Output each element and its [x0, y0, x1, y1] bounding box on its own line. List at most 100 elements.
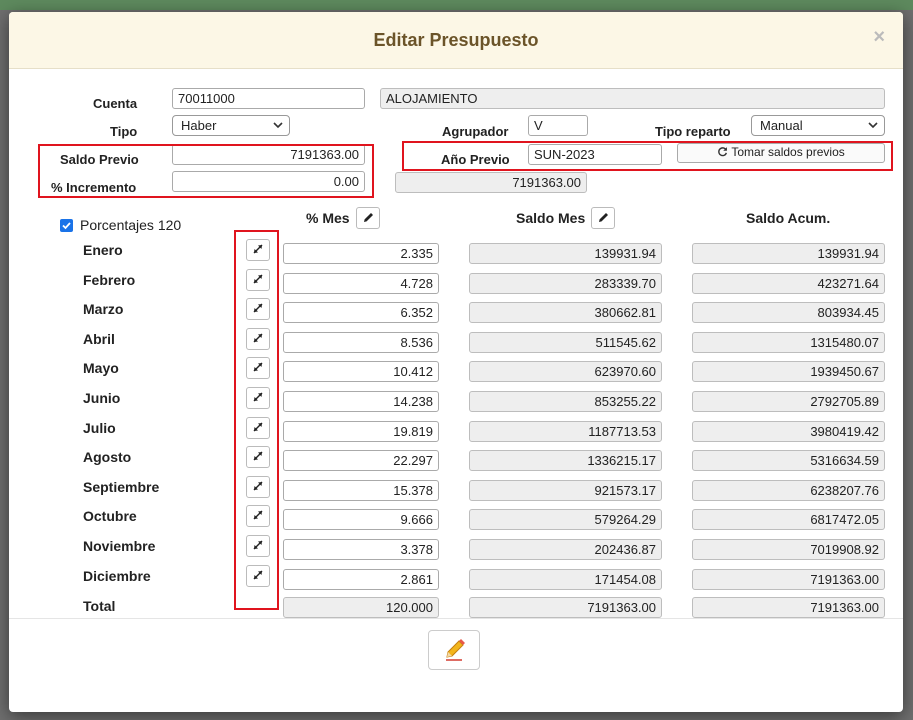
close-button[interactable]: ×	[873, 26, 885, 49]
expand-button[interactable]	[246, 328, 270, 350]
footer-divider	[9, 618, 903, 619]
month-label: Junio	[83, 390, 121, 406]
month-label: Septiembre	[83, 479, 160, 495]
chevron-down-icon	[273, 122, 283, 129]
ano-previo-label: Año Previo	[441, 152, 510, 167]
expand-button[interactable]	[246, 505, 270, 527]
expand-button[interactable]	[246, 417, 270, 439]
saldo-acum-value: 6817472.05	[692, 509, 885, 530]
saldo-mes-value: 283339.70	[469, 273, 662, 294]
month-label: Enero	[83, 242, 123, 258]
saldo-acum-value: 139931.94	[692, 243, 885, 264]
pencil-icon	[599, 213, 608, 222]
tipo-reparto-label: Tipo reparto	[655, 124, 731, 139]
pct-mes-input[interactable]: 15.378	[283, 480, 439, 501]
saldo-mes-value: 853255.22	[469, 391, 662, 412]
expand-icon	[253, 570, 263, 580]
tipo-select[interactable]: Haber	[172, 115, 290, 136]
tomar-saldos-button[interactable]: Tomar saldos previos	[677, 143, 885, 163]
expand-icon	[253, 422, 263, 432]
saldo-previo-label: Saldo Previo	[60, 152, 139, 167]
saldo-mes-value: 1336215.17	[469, 450, 662, 471]
pct-mes-input[interactable]: 10.412	[283, 361, 439, 382]
incremento-input[interactable]: 0.00	[172, 171, 365, 192]
pct-mes-input[interactable]: 2.861	[283, 569, 439, 590]
month-label: Abril	[83, 331, 115, 347]
pct-mes-input[interactable]: 14.238	[283, 391, 439, 412]
expand-icon	[253, 510, 263, 520]
expand-button[interactable]	[246, 239, 270, 261]
expand-button[interactable]	[246, 446, 270, 468]
saldo-acum-value: 1939450.67	[692, 361, 885, 382]
incremento-label: % Incremento	[51, 180, 137, 195]
total-label: Total	[83, 598, 116, 614]
saldo-previo-input[interactable]: 7191363.00	[172, 144, 365, 165]
background-strip	[0, 0, 913, 10]
total-pct: 120.000	[283, 597, 439, 618]
refresh-icon	[718, 147, 728, 157]
expand-button[interactable]	[246, 269, 270, 291]
pct-mes-input[interactable]: 8.536	[283, 332, 439, 353]
pct-mes-input[interactable]: 19.819	[283, 421, 439, 442]
pct-mes-input[interactable]: 9.666	[283, 509, 439, 530]
ano-previo-total: 7191363.00	[395, 172, 587, 193]
saldo-acum-value: 7019908.92	[692, 539, 885, 560]
cuenta-input[interactable]: 70011000	[172, 88, 365, 109]
pct-mes-input[interactable]: 4.728	[283, 273, 439, 294]
saldo-acum-value: 423271.64	[692, 273, 885, 294]
expand-button[interactable]	[246, 357, 270, 379]
modal-title: Editar Presupuesto	[373, 30, 539, 50]
month-label: Diciembre	[83, 568, 151, 584]
expand-icon	[253, 451, 263, 461]
expand-button[interactable]	[246, 298, 270, 320]
pct-mes-input[interactable]: 2.335	[283, 243, 439, 264]
ano-previo-input[interactable]: SUN-2023	[528, 144, 662, 165]
edit-pct-mes-button[interactable]	[356, 207, 380, 229]
saldo-acum-value: 6238207.76	[692, 480, 885, 501]
porcentajes-label: Porcentajes 120	[80, 217, 182, 233]
saldo-acum-value: 2792705.89	[692, 391, 885, 412]
expand-icon	[253, 274, 263, 284]
pencil-icon	[364, 213, 373, 222]
cuenta-description: ALOJAMIENTO	[380, 88, 885, 109]
porcentajes-checkbox[interactable]	[60, 219, 73, 232]
expand-button[interactable]	[246, 387, 270, 409]
saldo-mes-value: 171454.08	[469, 569, 662, 590]
saldo-mes-value: 511545.62	[469, 332, 662, 353]
expand-button[interactable]	[246, 565, 270, 587]
saldo-mes-value: 579264.29	[469, 509, 662, 530]
agrupador-label: Agrupador	[442, 124, 509, 139]
tipo-reparto-selected: Manual	[760, 118, 803, 133]
saldo-mes-value: 380662.81	[469, 302, 662, 323]
saldo-mes-value: 921573.17	[469, 480, 662, 501]
month-label: Marzo	[83, 301, 124, 317]
expand-icon	[253, 333, 263, 343]
month-label: Octubre	[83, 508, 137, 524]
saldo-mes-value: 1187713.53	[469, 421, 662, 442]
expand-button[interactable]	[246, 476, 270, 498]
pct-mes-input[interactable]: 6.352	[283, 302, 439, 323]
saldo-acum-value: 3980419.42	[692, 421, 885, 442]
tipo-reparto-select[interactable]: Manual	[751, 115, 885, 136]
month-label: Agosto	[83, 449, 132, 465]
save-button[interactable]	[428, 630, 480, 670]
expand-icon	[253, 481, 263, 491]
pct-mes-input[interactable]: 22.297	[283, 450, 439, 471]
expand-button[interactable]	[246, 535, 270, 557]
month-label: Febrero	[83, 272, 136, 288]
cuenta-label: Cuenta	[93, 96, 138, 111]
month-label: Mayo	[83, 360, 119, 376]
checkmark-icon	[62, 222, 71, 230]
pencil-icon	[446, 639, 465, 661]
pct-mes-input[interactable]: 3.378	[283, 539, 439, 560]
expand-icon	[253, 392, 263, 402]
expand-icon	[253, 303, 263, 313]
edit-saldo-mes-button[interactable]	[591, 207, 615, 229]
header-pct-mes: % Mes	[306, 210, 350, 226]
saldo-acum-value: 7191363.00	[692, 569, 885, 590]
agrupador-input[interactable]: V	[528, 115, 588, 136]
edit-budget-modal: Editar Presupuesto × Cuenta 70011000 ALO…	[9, 12, 903, 712]
chevron-down-icon	[868, 122, 878, 129]
tomar-saldos-label: Tomar saldos previos	[731, 145, 845, 159]
expand-icon	[253, 362, 263, 372]
